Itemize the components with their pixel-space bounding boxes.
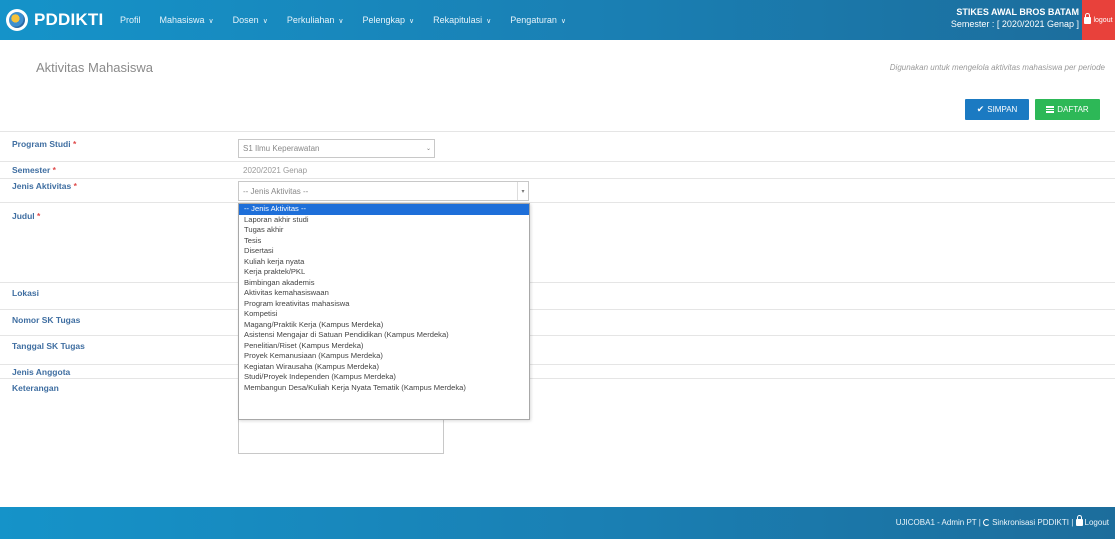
footer-bar: UJICOBA1 - Admin PT | Sinkronisasi PDDIK…	[0, 507, 1115, 539]
row-keterangan: Keterangan	[0, 378, 1115, 462]
semester-label: Semester *	[12, 165, 56, 175]
tut-wuri-logo-icon	[6, 9, 28, 31]
dropdown-option[interactable]: Tesis	[239, 236, 529, 247]
footer-user: UJICOBA1 - Admin PT |	[895, 518, 981, 527]
logout-button[interactable]: logout	[1082, 0, 1115, 40]
keterangan-label: Keterangan	[12, 383, 59, 393]
row-jenis-aktivitas: Jenis Aktivitas * -- Jenis Aktivitas -- …	[0, 178, 1115, 202]
sync-icon	[983, 519, 991, 527]
jenis-aktivitas-value: -- Jenis Aktivitas --	[243, 186, 309, 196]
nav-item-label: Pelengkap	[362, 15, 406, 25]
list-label: DAFTAR	[1057, 105, 1089, 114]
check-icon: ✔	[976, 104, 985, 114]
chevron-down-icon: ▾	[517, 182, 528, 200]
dropdown-option[interactable]: Membangun Desa/Kuliah Kerja Nyata Temati…	[239, 383, 529, 394]
dropdown-option[interactable]: Program kreativitas mahasiswa	[239, 299, 529, 310]
sync-link[interactable]: Sinkronisasi PDDIKTI |	[983, 518, 1073, 527]
top-navbar: PDDIKTI Profil Mahasiswa ∨ Dosen ∨ Perkuliaha…	[0, 0, 1115, 40]
dropdown-option[interactable]: Laporan akhir studi	[239, 215, 529, 226]
semester-value: 2020/2021 Genap	[243, 166, 308, 175]
row-jenis-anggota: Jenis Anggota	[0, 364, 1115, 378]
tanggal-sk-label: Tanggal SK Tugas	[12, 341, 85, 351]
dropdown-option[interactable]: Aktivitas kemahasiswaan	[239, 288, 529, 299]
nav-item-perkuliahan[interactable]: Perkuliahan ∨	[287, 15, 344, 25]
logo-text: PDDIKTI	[34, 10, 104, 29]
dropdown-option[interactable]: Magang/Praktik Kerja (Kampus Merdeka)	[239, 320, 529, 331]
nomor-sk-label: Nomor SK Tugas	[12, 315, 81, 325]
nav-item-dosen[interactable]: Dosen ∨	[233, 15, 268, 25]
active-semester: Semester : [ 2020/2021 Genap ]	[950, 19, 1079, 29]
dropdown-option[interactable]: -- Jenis Aktivitas --	[239, 204, 529, 215]
dropdown-option[interactable]: Penelitian/Riset (Kampus Merdeka)	[239, 341, 529, 352]
program-studi-value: S1 Ilmu Keperawatan	[243, 144, 320, 153]
nav-item-label: Perkuliahan	[286, 15, 335, 25]
nav-item-mahasiswa[interactable]: Mahasiswa ∨	[160, 15, 214, 25]
nav-item-pelengkap[interactable]: Pelengkap ∨	[362, 15, 414, 25]
logout-label: logout	[1093, 16, 1113, 24]
row-nomor-sk: Nomor SK Tugas	[0, 309, 1115, 335]
nav-item-profil[interactable]: Profil	[120, 15, 141, 25]
chevron-down-icon: ∨	[338, 18, 344, 25]
chevron-down-icon: ∨	[208, 18, 214, 25]
nav-item-rekapitulasi[interactable]: Rekapitulasi ∨	[433, 15, 491, 25]
judul-label: Judul *	[12, 211, 41, 221]
main-menu: Profil Mahasiswa ∨ Dosen ∨ Perkuliahan ∨ Peleng…	[120, 0, 585, 40]
footer-info: UJICOBA1 - Admin PT | Sinkronisasi PDDIK…	[895, 515, 1109, 527]
dropdown-option[interactable]: Kuliah kerja nyata	[239, 257, 529, 268]
row-program-studi: Program Studi * S1 Ilmu Keperawatan ⌄	[0, 131, 1115, 161]
chevron-down-icon: ∨	[560, 18, 566, 25]
nav-item-label: Rekapitulasi	[433, 15, 483, 25]
chevron-down-icon: ∨	[486, 18, 492, 25]
dropdown-option[interactable]: Bimbingan akademis	[239, 278, 529, 289]
row-tanggal-sk: Tanggal SK Tugas	[0, 335, 1115, 364]
row-semester: Semester * 2020/2021 Genap	[0, 161, 1115, 178]
jenis-anggota-label: Jenis Anggota	[12, 367, 71, 377]
institution-name: STIKES AWAL BROS BATAM	[956, 7, 1079, 17]
row-judul: Judul *	[0, 202, 1115, 282]
dropdown-option[interactable]: Tugas akhir	[239, 225, 529, 236]
nav-item-label: Dosen	[232, 15, 259, 25]
dropdown-option[interactable]: Kerja praktek/PKL	[239, 267, 529, 278]
page-title: Aktivitas Mahasiswa	[36, 60, 154, 75]
chevron-down-icon: ∨	[409, 18, 415, 25]
chevron-down-icon: ∨	[262, 18, 268, 25]
save-label: SIMPAN	[987, 105, 1018, 114]
row-lokasi: Lokasi	[0, 282, 1115, 309]
dropdown-option[interactable]: Studi/Proyek Independen (Kampus Merdeka)	[239, 372, 529, 383]
chevron-down-icon: ⌄	[425, 146, 432, 152]
jenis-aktivitas-label: Jenis Aktivitas *	[12, 181, 77, 191]
program-studi-select[interactable]: S1 Ilmu Keperawatan ⌄	[238, 139, 435, 158]
jenis-aktivitas-dropdown-list: -- Jenis Aktivitas -- Laporan akhir studi…	[238, 203, 530, 420]
dropdown-option[interactable]: Kegiatan Wirausaha (Kampus Merdeka)	[239, 362, 529, 373]
pddikti-logo[interactable]: PDDIKTI	[6, 8, 103, 32]
lock-icon	[1084, 12, 1092, 24]
save-button[interactable]: ✔ SIMPAN	[965, 99, 1029, 120]
program-studi-label: Program Studi *	[12, 139, 77, 149]
nav-item-label: Pengaturan	[510, 15, 557, 25]
list-button[interactable]: DAFTAR	[1035, 99, 1100, 120]
dropdown-option[interactable]: Proyek Kemanusiaan (Kampus Merdeka)	[239, 351, 529, 362]
lokasi-label: Lokasi	[12, 288, 39, 298]
jenis-aktivitas-select[interactable]: -- Jenis Aktivitas -- ▾	[238, 181, 529, 201]
nav-item-label: Profil	[120, 15, 141, 25]
lock-icon	[1075, 515, 1083, 527]
institution-info: STIKES AWAL BROS BATAM Semester : [ 2020…	[951, 6, 1079, 30]
footer-logout-link[interactable]: Logout	[1075, 515, 1109, 527]
nav-item-pengaturan[interactable]: Pengaturan ∨	[510, 15, 566, 25]
dropdown-option[interactable]: Asistensi Mengajar di Satuan Pendidikan …	[239, 330, 529, 341]
nav-item-label: Mahasiswa	[159, 15, 205, 25]
list-icon	[1046, 106, 1055, 113]
dropdown-option[interactable]: Disertasi	[239, 246, 529, 257]
dropdown-option[interactable]: Kompetisi	[239, 309, 529, 320]
page-description: Digunakan untuk mengelola aktivitas maha…	[889, 63, 1105, 72]
